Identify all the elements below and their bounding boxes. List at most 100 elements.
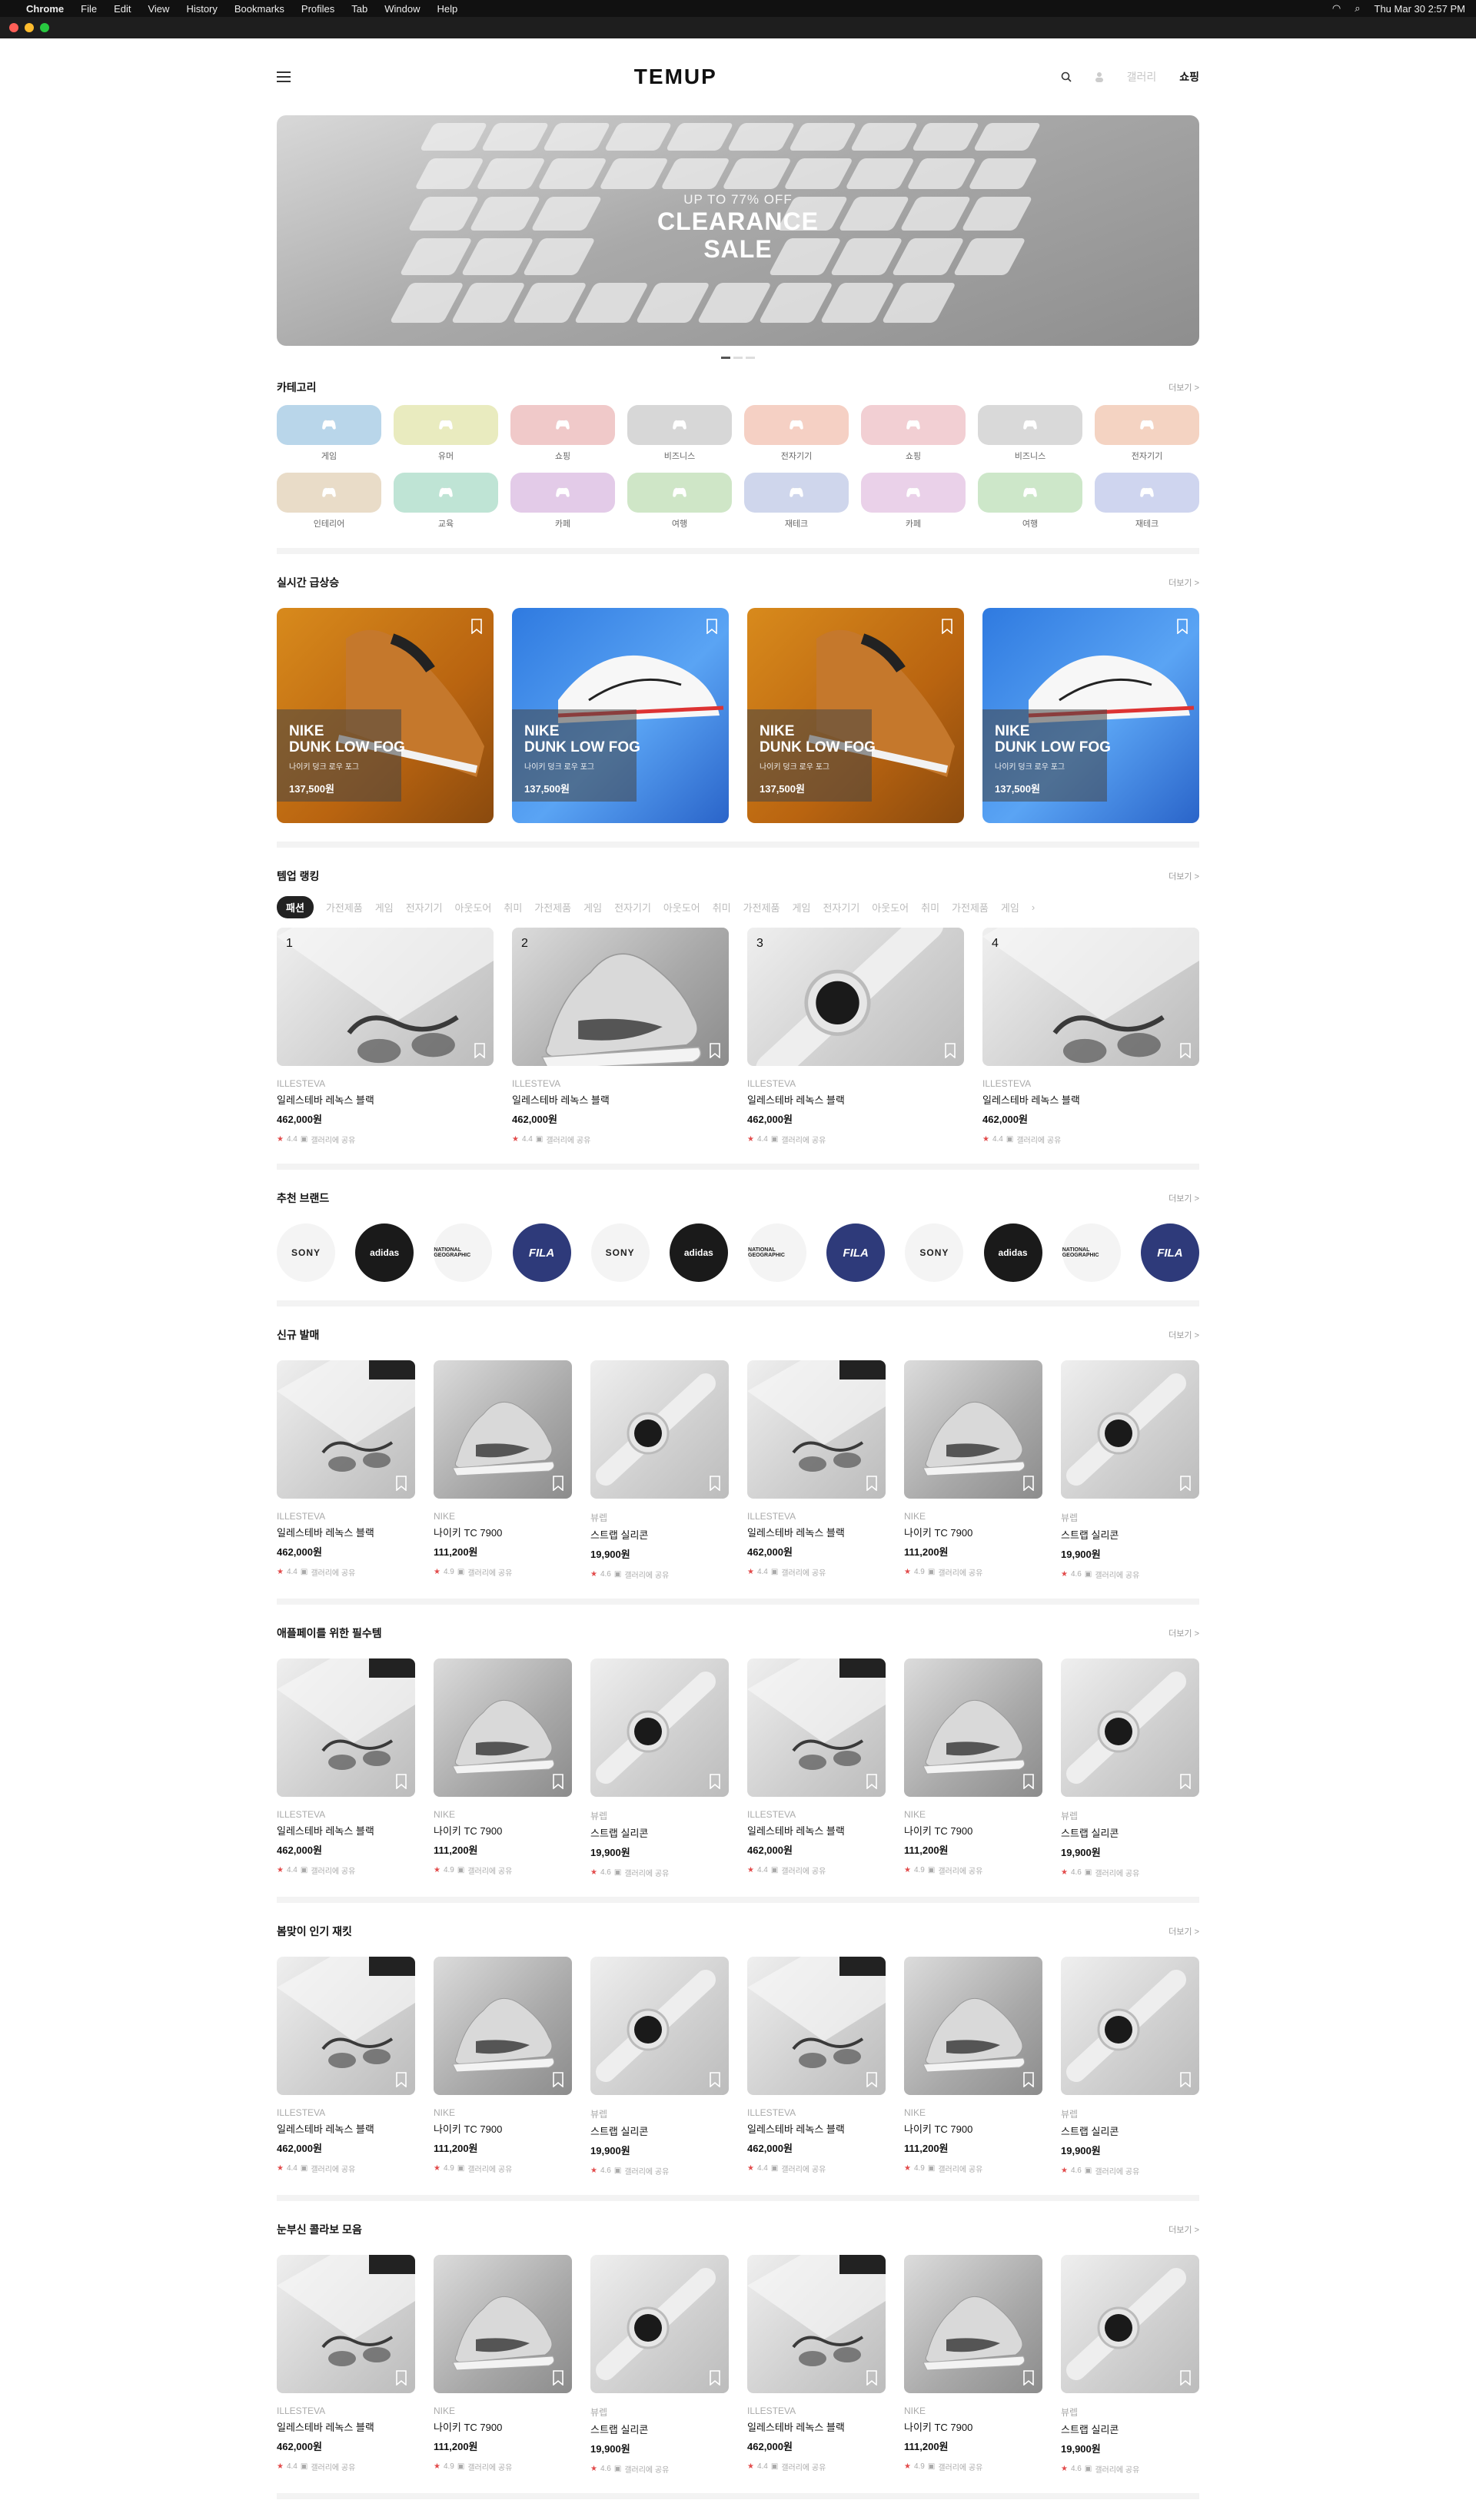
product-card[interactable]: 뷰렙 스트랩 실리콘 19,900원 ★ 4.6 ▣ 갤러리에 공유 bbox=[1061, 1360, 1199, 1580]
category-pill[interactable]: 🎮 bbox=[510, 473, 615, 513]
share-label[interactable]: 갤러리에 공유 bbox=[546, 1134, 590, 1145]
bookmark-icon[interactable] bbox=[1176, 619, 1188, 634]
category-pill[interactable]: 🎮 bbox=[978, 405, 1082, 445]
category-pill[interactable]: 🎮 bbox=[394, 405, 498, 445]
product-image[interactable] bbox=[904, 1957, 1042, 2095]
product-image[interactable] bbox=[434, 2255, 572, 2393]
category-item[interactable]: 🎮 카페 bbox=[510, 473, 615, 530]
ranking-item[interactable]: 1 ILLESTEVA 일레스테바 레녹스 블랙 462,000원 ★ 4.4 ▣ 갤러리에 … bbox=[277, 928, 494, 1145]
bookmark-icon[interactable] bbox=[1022, 2370, 1035, 2386]
more-link[interactable]: 더보기 > bbox=[1168, 870, 1199, 882]
site-logo[interactable]: TEMUP bbox=[634, 65, 717, 89]
share-icon[interactable]: ▣ bbox=[928, 1568, 935, 1576]
product-image[interactable] bbox=[590, 1658, 729, 1797]
ranking-tab[interactable]: 아웃도어 bbox=[455, 900, 492, 915]
bookmark-icon[interactable] bbox=[552, 1476, 564, 1491]
share-label[interactable]: 갤러리에 공유 bbox=[1095, 1569, 1139, 1580]
product-name[interactable]: 나이키 TC 7900 bbox=[904, 1823, 1042, 1838]
share-icon[interactable]: ▣ bbox=[771, 2462, 778, 2471]
wifi-icon[interactable]: ◠ bbox=[1332, 2, 1341, 15]
bookmark-icon[interactable] bbox=[1179, 1476, 1192, 1491]
share-label[interactable]: 갤러리에 공유 bbox=[311, 2163, 355, 2174]
product-card[interactable]: ILLESTEVA 일레스테바 레녹스 블랙 462,000원 ★ 4.4 ▣ 갤러리에 공… bbox=[277, 1360, 415, 1580]
product-card[interactable]: ILLESTEVA 일레스테바 레녹스 블랙 462,000원 ★ 4.4 ▣ 갤러리에 공… bbox=[747, 1658, 886, 1878]
share-label[interactable]: 갤러리에 공유 bbox=[467, 1864, 512, 1876]
product-card[interactable]: NIKE 나이키 TC 7900 111,200원 ★ 4.9 ▣ 갤러리에 공유 bbox=[904, 1658, 1042, 1878]
category-pill[interactable]: 🎮 bbox=[394, 473, 498, 513]
product-image[interactable] bbox=[277, 1360, 415, 1499]
share-label[interactable]: 갤러리에 공유 bbox=[938, 1864, 982, 1876]
ranking-tab[interactable]: 게임 bbox=[793, 900, 811, 915]
product-name[interactable]: 나이키 TC 7900 bbox=[904, 2121, 1042, 2136]
category-item[interactable]: 🎮 여행 bbox=[978, 473, 1082, 530]
share-icon[interactable]: ▣ bbox=[928, 1866, 935, 1874]
product-name[interactable]: 스트랩 실리콘 bbox=[1061, 2123, 1199, 2138]
product-image[interactable] bbox=[277, 1957, 415, 2095]
ranking-item[interactable]: 3 ILLESTEVA 일레스테바 레녹스 블랙 462,000원 ★ 4.4 ▣ 갤러리에 … bbox=[747, 928, 964, 1145]
share-label[interactable]: 갤러리에 공유 bbox=[1095, 1867, 1139, 1878]
product-card[interactable]: NIKE 나이키 TC 7900 111,200원 ★ 4.9 ▣ 갤러리에 공유 bbox=[434, 1957, 572, 2176]
product-card[interactable]: 뷰렙 스트랩 실리콘 19,900원 ★ 4.6 ▣ 갤러리에 공유 bbox=[590, 1957, 729, 2176]
bookmark-icon[interactable] bbox=[709, 1774, 721, 1789]
share-label[interactable]: 갤러리에 공유 bbox=[781, 1566, 826, 1578]
share-label[interactable]: 갤러리에 공유 bbox=[1095, 2165, 1139, 2176]
share-icon[interactable]: ▣ bbox=[457, 2462, 464, 2471]
category-pill[interactable]: 🎮 bbox=[744, 405, 849, 445]
product-name[interactable]: 일레스테바 레녹스 블랙 bbox=[512, 1092, 729, 1107]
product-image[interactable] bbox=[1061, 1957, 1199, 2095]
ranking-tab[interactable]: 게임 bbox=[1001, 900, 1019, 915]
bookmark-icon[interactable] bbox=[1022, 1774, 1035, 1789]
product-card[interactable]: 뷰렙 스트랩 실리콘 19,900원 ★ 4.6 ▣ 갤러리에 공유 bbox=[1061, 2255, 1199, 2475]
os-menu-item[interactable]: Bookmarks bbox=[234, 3, 284, 15]
category-pill[interactable]: 🎮 bbox=[861, 405, 966, 445]
product-card[interactable]: NIKE 나이키 TC 7900 111,200원 ★ 4.9 ▣ 갤러리에 공유 bbox=[434, 1360, 572, 1580]
share-label[interactable]: 갤러리에 공유 bbox=[781, 2461, 826, 2472]
product-name[interactable]: 스트랩 실리콘 bbox=[590, 2422, 729, 2436]
product-image[interactable] bbox=[747, 2255, 886, 2393]
share-icon[interactable]: ▣ bbox=[457, 2164, 464, 2173]
product-image[interactable] bbox=[904, 2255, 1042, 2393]
share-icon[interactable]: ▣ bbox=[457, 1866, 464, 1874]
share-icon[interactable]: ▣ bbox=[301, 1135, 308, 1144]
product-name[interactable]: 나이키 TC 7900 bbox=[434, 2419, 572, 2434]
ranking-tab[interactable]: 전자기기 bbox=[614, 900, 651, 915]
chevron-right-icon[interactable]: › bbox=[1032, 901, 1035, 913]
brand-logo-fila[interactable]: FILA bbox=[512, 1223, 571, 1282]
ranking-tab[interactable]: 가전제품 bbox=[952, 900, 989, 915]
product-card[interactable]: NIKE 나이키 TC 7900 111,200원 ★ 4.9 ▣ 갤러리에 공유 bbox=[904, 1360, 1042, 1580]
product-name[interactable]: 일레스테바 레녹스 블랙 bbox=[747, 2121, 886, 2136]
bookmark-icon[interactable] bbox=[866, 1476, 878, 1491]
category-pill[interactable]: 🎮 bbox=[861, 473, 966, 513]
ranking-tab[interactable]: 가전제품 bbox=[326, 900, 363, 915]
brand-logo-adidas[interactable]: adidas bbox=[669, 1223, 728, 1282]
bookmark-icon[interactable] bbox=[941, 619, 953, 634]
share-label[interactable]: 갤러리에 공유 bbox=[624, 2463, 669, 2475]
share-icon[interactable]: ▣ bbox=[614, 2166, 621, 2175]
product-name[interactable]: 일레스테바 레녹스 블랙 bbox=[277, 2419, 415, 2434]
ranking-tab[interactable]: 아웃도어 bbox=[872, 900, 909, 915]
os-menu-item[interactable]: Edit bbox=[114, 3, 131, 15]
brand-logo-fila[interactable]: FILA bbox=[826, 1223, 886, 1282]
more-link[interactable]: 더보기 > bbox=[1168, 2223, 1199, 2236]
os-menu-item[interactable]: Help bbox=[437, 3, 458, 15]
share-label[interactable]: 갤러리에 공유 bbox=[311, 1566, 355, 1578]
bookmark-icon[interactable] bbox=[1179, 1774, 1192, 1789]
share-icon[interactable]: ▣ bbox=[771, 1866, 778, 1874]
more-link[interactable]: 더보기 > bbox=[1168, 1329, 1199, 1341]
product-image[interactable] bbox=[1061, 1658, 1199, 1797]
share-icon[interactable]: ▣ bbox=[536, 1135, 543, 1144]
share-icon[interactable]: ▣ bbox=[1006, 1135, 1013, 1144]
zoom-window-button[interactable] bbox=[40, 23, 49, 32]
bookmark-icon[interactable] bbox=[1179, 2370, 1192, 2386]
category-pill[interactable]: 🎮 bbox=[627, 405, 732, 445]
ranking-tab[interactable]: 게임 bbox=[375, 900, 394, 915]
category-pill[interactable]: 🎮 bbox=[277, 473, 381, 513]
brand-logo-natgeo[interactable]: NATIONAL GEOGRAPHIC bbox=[1062, 1223, 1121, 1282]
product-name[interactable]: 나이키 TC 7900 bbox=[904, 2419, 1042, 2434]
product-image[interactable] bbox=[277, 2255, 415, 2393]
bookmark-icon[interactable] bbox=[866, 2072, 878, 2087]
product-name[interactable]: 스트랩 실리콘 bbox=[1061, 1527, 1199, 1542]
trending-card[interactable]: NIKE DUNK LOW FOG 나이키 덩크 로우 포그 137,500원 bbox=[982, 608, 1199, 823]
product-image[interactable]: 4 bbox=[982, 928, 1199, 1066]
category-pill[interactable]: 🎮 bbox=[1095, 473, 1199, 513]
